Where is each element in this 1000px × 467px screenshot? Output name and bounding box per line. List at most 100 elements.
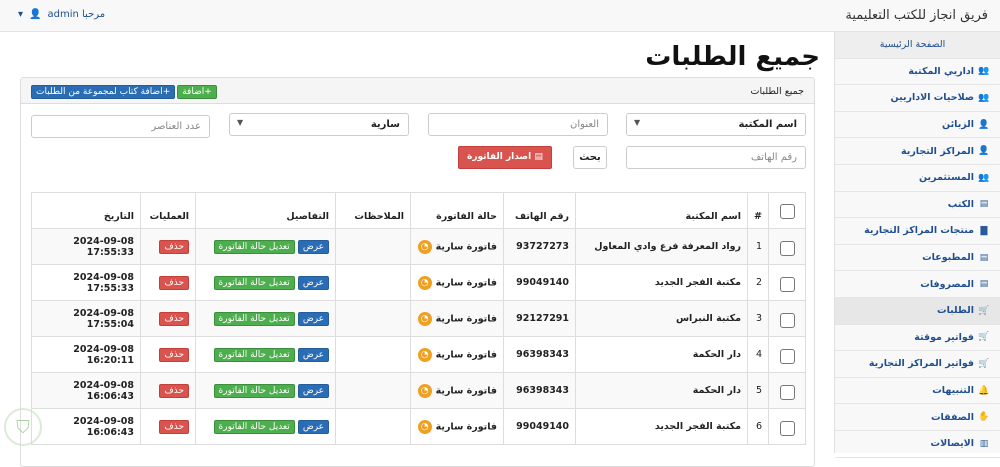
sidebar-item[interactable]: ▤ المصروفات (835, 271, 1000, 298)
view-button[interactable]: عرض (297, 419, 330, 434)
table-row: 1 رواد المعرفة فرع وادي المعاول 93727273… (30, 228, 806, 265)
edit-invoice-status-button[interactable]: تعديل حالة الفاتورة (213, 419, 295, 434)
sidebar-item[interactable]: 🔔 التنبيهات (835, 378, 1000, 405)
row-checkbox[interactable] (779, 348, 795, 364)
date: 2024-09-08 16:20:11 (30, 336, 142, 373)
sidebar-item-label: الكتب (947, 198, 974, 210)
sidebar-item-label: الطلبات (937, 305, 974, 317)
row-checkbox[interactable] (779, 420, 795, 436)
view-button[interactable]: عرض (297, 239, 330, 254)
phone: 96398343 (503, 372, 577, 409)
col-library: اسم المكتبة (575, 192, 749, 229)
issue-invoice-label: اصدار الفاتورة (467, 152, 532, 162)
pdf-icon: ▤ (531, 152, 543, 162)
status-select-value: سارية (370, 119, 400, 130)
edit-invoice-status-button[interactable]: تعديل حالة الفاتورة (213, 383, 295, 398)
sidebar-item[interactable]: 👤 الزبائن (835, 112, 1000, 139)
address-input[interactable]: العنوان (428, 113, 608, 136)
greeting: مرحبا admin (47, 9, 106, 20)
col-phone: رقم الهاتف (503, 192, 577, 229)
notes (335, 300, 412, 337)
user-menu[interactable]: ▾ 👤 مرحبا admin (18, 9, 105, 20)
sidebar-item-label: المستثمرين (918, 172, 974, 184)
table-row: 6 مكتبة الفجر الجديد 99049140 فاتورة سار… (30, 408, 806, 445)
sidebar-item[interactable]: ✋ الصفقات (835, 404, 1000, 431)
view-button[interactable]: عرض (297, 311, 330, 326)
caret-down-icon: ▼ (237, 118, 244, 127)
sidebar-item-label: الايصالات (930, 438, 974, 450)
edit-invoice-status-button[interactable]: تعديل حالة الفاتورة (213, 347, 295, 362)
sidebar-item[interactable]: 🛒 الطلبات (835, 297, 1000, 325)
date: 2024-09-08 16:06:43 (30, 372, 142, 409)
delete-button[interactable]: حذف (159, 347, 190, 362)
user-icon: 👤 (978, 146, 990, 157)
delete-button[interactable]: حذف (159, 239, 190, 254)
clock-icon: ◔ (417, 239, 432, 254)
edit-invoice-status-button[interactable]: تعديل حالة الفاتورة (213, 311, 295, 326)
delete-button[interactable]: حذف (159, 275, 190, 290)
sidebar-item[interactable]: الصفحة الرئيسية (835, 32, 1000, 59)
library-select[interactable]: اسم المكتبة ▼ (626, 113, 806, 136)
sidebar-item[interactable]: 👤 المراكز التجارية (835, 138, 1000, 165)
invoice-status: فاتورة سارية (435, 385, 498, 396)
row-number: 6 (747, 408, 769, 445)
table-row: 4 دار الحكمة 96398343 فاتورة سارية◔ عرض … (30, 336, 806, 373)
sidebar-item[interactable]: ▤ الكتب (835, 192, 1000, 219)
row-checkbox[interactable] (779, 312, 795, 328)
notes (335, 336, 412, 373)
library-select-value: اسم المكتبة (738, 119, 797, 130)
cart-icon: 🛒 (978, 358, 990, 369)
users-icon: 👥 (978, 66, 990, 77)
row-number: 5 (747, 372, 769, 409)
issue-invoice-button[interactable]: ▤ اصدار الفاتورة (458, 146, 552, 169)
clock-icon: ◔ (417, 419, 432, 434)
notes (335, 264, 412, 301)
phone-input[interactable]: رقم الهاتف (626, 146, 806, 169)
select-all-checkbox[interactable] (779, 204, 795, 219)
view-button[interactable]: عرض (297, 275, 330, 290)
notes (335, 372, 412, 409)
sidebar-item[interactable]: 👥 اداريي المكتبة (835, 59, 1000, 86)
delete-button[interactable]: حذف (159, 383, 190, 398)
edit-invoice-status-button[interactable]: تعديل حالة الفاتورة (213, 275, 295, 290)
row-checkbox[interactable] (779, 276, 795, 292)
sidebar-item-label: المصروفات (920, 278, 974, 290)
sidebar-item-label: اداريي المكتبة (908, 65, 974, 77)
sidebar-item[interactable]: 👥 صلاحيات الاداريين (835, 85, 1000, 112)
view-button[interactable]: عرض (297, 347, 330, 362)
caret-down-icon: ▼ (634, 118, 641, 127)
status-select[interactable]: سارية ▼ (229, 113, 409, 136)
table-row: 2 مكتبة الفجر الجديد 99049140 فاتورة سار… (30, 264, 806, 301)
sidebar-item[interactable]: 👥 المستثمرين (835, 165, 1000, 192)
search-button[interactable]: بحث (573, 146, 607, 169)
view-button[interactable]: عرض (297, 383, 330, 398)
phone: 99049140 (503, 264, 577, 301)
sidebar-item[interactable]: ▇ منتجات المراكز التجارية (835, 218, 1000, 245)
col-actions: العمليات (140, 192, 197, 229)
edit-invoice-status-button[interactable]: تعديل حالة الفاتورة (213, 239, 295, 254)
users-icon: 👥 (978, 172, 990, 183)
col-number: # (747, 192, 769, 229)
phone: 93727273 (503, 228, 577, 265)
date: 2024-09-08 16:06:43 (30, 408, 142, 445)
sidebar-item[interactable]: 🛒 فواتير المراكز التجارية (835, 351, 1000, 378)
row-checkbox[interactable] (779, 384, 795, 400)
page-title: جميع الطلبات (645, 42, 820, 72)
invoice-status: فاتورة سارية (435, 421, 498, 432)
delete-button[interactable]: حذف (159, 311, 190, 326)
add-book-to-orders-button[interactable]: +اضافة كتاب لمجموعة من الطلبات (31, 85, 176, 99)
add-button[interactable]: +اضافة (177, 85, 217, 99)
row-number: 4 (747, 336, 769, 373)
clock-icon: ◔ (417, 311, 432, 326)
brand-title[interactable]: فريق انجاز للكتب التعليمية (845, 8, 988, 23)
count-input[interactable]: عدد العناصر (31, 115, 210, 138)
sidebar-item[interactable]: ▤ المطبوعات (835, 245, 1000, 272)
notes (335, 228, 412, 265)
delete-button[interactable]: حذف (159, 419, 190, 434)
cart-icon: 🛒 (978, 305, 990, 316)
sidebar-item[interactable]: ▥ الايصالات (835, 431, 1000, 458)
sidebar-item-label: فواتير المراكز التجارية (868, 358, 974, 370)
sidebar-item[interactable]: 🛒 فواتير موقتة (835, 325, 1000, 352)
user-icon: 👤 (29, 9, 42, 20)
row-checkbox[interactable] (779, 240, 795, 256)
